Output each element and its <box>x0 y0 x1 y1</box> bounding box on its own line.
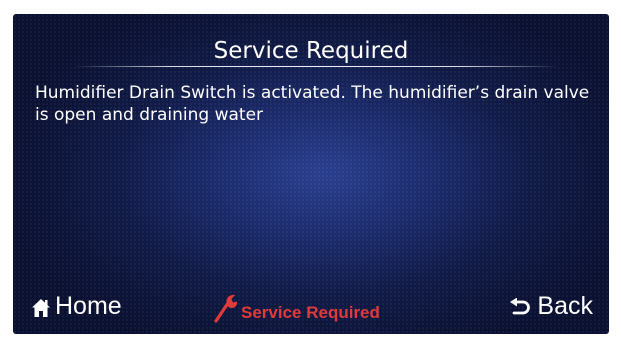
page-title: Service Required <box>213 38 409 64</box>
home-button[interactable]: Home <box>31 286 122 326</box>
service-message: Humidifier Drain Switch is activated. Th… <box>35 83 590 125</box>
service-required-indicator[interactable]: Service Required <box>213 290 380 326</box>
back-button[interactable]: Back <box>509 286 593 326</box>
display-screen: Service Required Humidifier Drain Switch… <box>13 14 609 334</box>
back-button-label: Back <box>537 291 593 320</box>
title-divider <box>73 66 559 67</box>
footer-bar: Home Service Required Back <box>13 284 609 334</box>
home-button-label: Home <box>55 291 122 320</box>
service-required-label: Service Required <box>241 303 380 322</box>
home-icon <box>31 296 51 317</box>
device-bezel: Service Required Humidifier Drain Switch… <box>0 0 621 347</box>
wrench-icon <box>213 293 239 323</box>
back-arrow-icon <box>509 296 531 316</box>
